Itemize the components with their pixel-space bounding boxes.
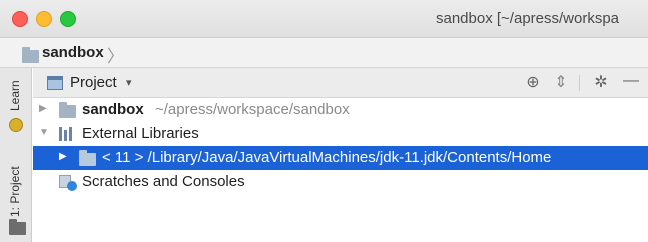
project-tool-window-header: Project ▾ ⊕ ⇕ ✲ — (33, 68, 648, 98)
tree-item-scratches[interactable]: Scratches and Consoles (33, 170, 648, 194)
expand-arrow-icon[interactable]: ▶ (59, 151, 67, 162)
folder-icon (22, 47, 39, 63)
chevron-down-icon[interactable]: ▾ (126, 76, 132, 89)
scratches-icon (59, 175, 77, 191)
tree-item-jdk-11[interactable]: ▶ < 11 > /Library/Java/JavaVirtualMachin… (33, 146, 648, 170)
close-window-button[interactable] (12, 11, 28, 27)
tree-item-label: External Libraries (82, 125, 199, 142)
navigation-bar: sandbox 〉 (0, 38, 648, 68)
gear-icon[interactable]: ✲ (591, 72, 611, 92)
project-view-selector[interactable]: Project (70, 74, 117, 91)
folder-icon (9, 219, 26, 235)
zoom-window-button[interactable] (60, 11, 76, 27)
side-tool-strip: Learn 1: Project (0, 68, 32, 242)
learn-tab[interactable]: Learn (4, 74, 26, 118)
scroll-from-source-icon[interactable]: ⊕ (523, 72, 543, 92)
tree-item-label: sandbox (82, 101, 144, 118)
learn-icon[interactable] (9, 118, 23, 132)
collapse-all-icon[interactable]: ⇕ (551, 72, 571, 92)
jdk-folder-icon (79, 150, 96, 166)
tree-item-label: < 11 > /Library/Java/JavaVirtualMachines… (102, 149, 552, 166)
project-tree: ▶ sandbox ~/apress/workspace/sandbox ▼ E… (33, 98, 648, 242)
hide-icon[interactable]: — (621, 72, 641, 90)
expand-arrow-icon[interactable]: ▶ (39, 103, 47, 114)
chevron-right-icon: 〉 (107, 47, 124, 66)
title-bar: sandbox [~/apress/workspa (0, 0, 648, 38)
breadcrumb-project[interactable]: sandbox (42, 44, 104, 61)
collapse-arrow-icon[interactable]: ▼ (39, 127, 49, 138)
window-title: sandbox [~/apress/workspa (436, 10, 620, 27)
toolbar-divider (579, 75, 580, 91)
tree-item-external-libraries[interactable]: ▼ External Libraries (33, 122, 648, 146)
libraries-icon (59, 127, 75, 141)
tree-item-path: ~/apress/workspace/sandbox (155, 101, 350, 118)
minimize-window-button[interactable] (36, 11, 52, 27)
tree-item-label: Scratches and Consoles (82, 173, 245, 190)
project-view-icon (47, 76, 63, 90)
module-folder-icon (59, 102, 76, 118)
tree-item-sandbox[interactable]: ▶ sandbox ~/apress/workspace/sandbox (33, 98, 648, 122)
